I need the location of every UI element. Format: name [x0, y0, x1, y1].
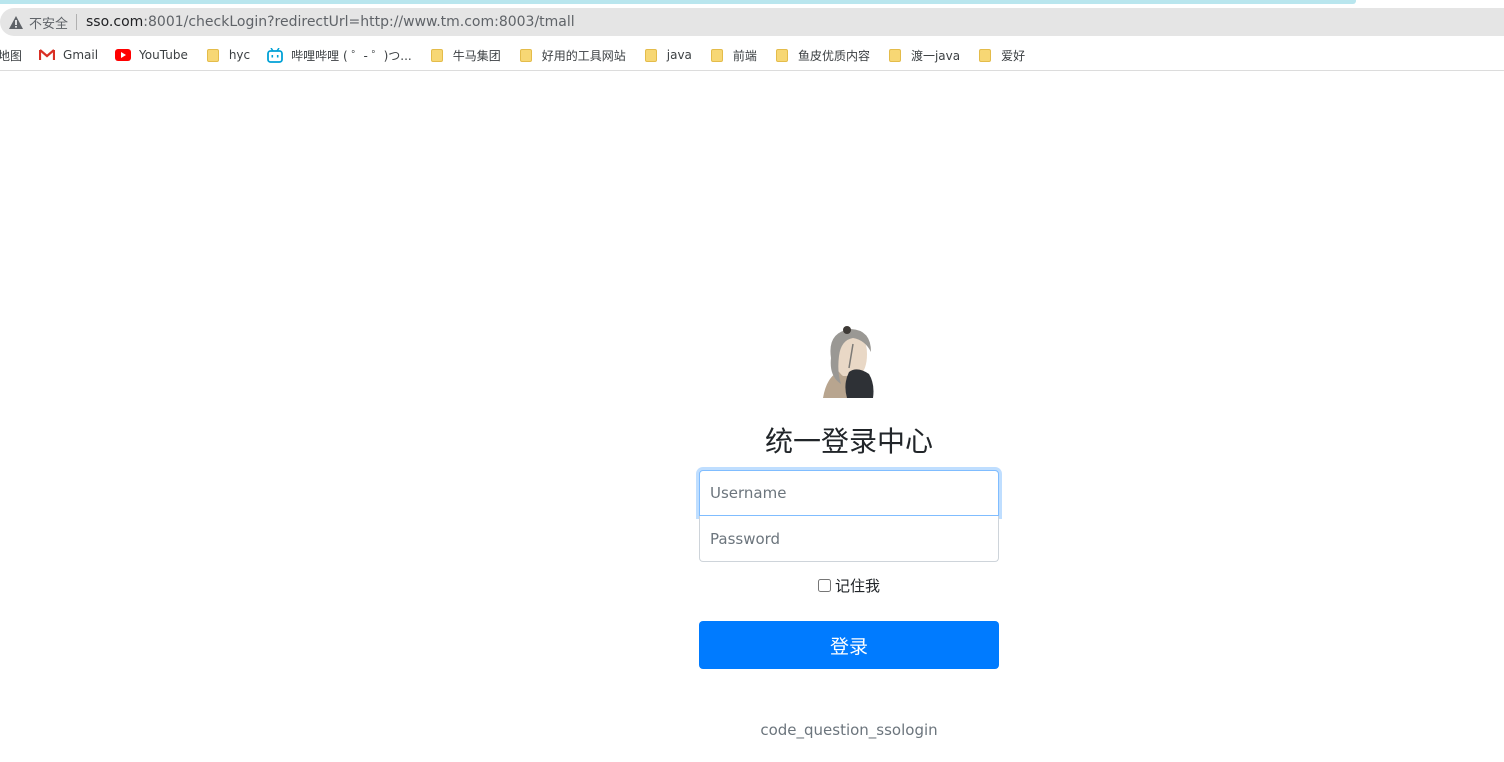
folder-icon [774, 47, 790, 63]
bookmark-yupi[interactable]: 鱼皮优质内容 [774, 44, 870, 66]
bookmark-label: Gmail [63, 48, 99, 62]
youtube-icon [115, 47, 132, 63]
bookmark-frontend[interactable]: 前端 [709, 44, 757, 66]
folder-icon [205, 47, 221, 63]
bookmark-label: YouTube [139, 48, 188, 62]
bookmark-label: 好用的工具网站 [541, 48, 626, 63]
bookmark-label: 哔哩哔哩 ( ゜- ゜)つ... [291, 48, 412, 63]
bookmark-hobby[interactable]: 爱好 [977, 44, 1025, 66]
username-input[interactable] [699, 470, 999, 516]
footer-text: code_question_ssologin [760, 721, 938, 739]
bookmark-hyc[interactable]: hyc [205, 44, 250, 66]
remember-me-checkbox[interactable] [817, 578, 831, 592]
bookmark-label: 牛马集团 [452, 48, 501, 63]
bookmark-label: 前端 [732, 48, 757, 63]
url-host[interactable]: sso.com [86, 14, 143, 30]
gmail-icon [39, 47, 56, 63]
remember-me[interactable]: 记住我 [699, 575, 999, 595]
folder-icon [709, 47, 725, 63]
password-input[interactable] [699, 516, 999, 562]
page-title: 统一登录中心 [764, 425, 933, 458]
bookmark-java[interactable]: java [643, 44, 692, 66]
warning-icon[interactable] [8, 14, 24, 30]
folder-icon [518, 47, 534, 63]
folder-icon [977, 47, 993, 63]
bookmark-label: 爱好 [1001, 48, 1026, 63]
bookmark-tools[interactable]: 好用的工具网站 [518, 44, 626, 66]
folder-icon [429, 47, 445, 63]
remember-me-label: 记住我 [834, 576, 880, 595]
folder-icon [643, 47, 659, 63]
bookmark-label: 渡一java [910, 48, 961, 63]
bookmark-gmail[interactable]: Gmail [39, 44, 98, 66]
bookmark-label: 地图 [0, 48, 23, 63]
insecure-label[interactable]: 不安全 [29, 13, 68, 32]
address-bar[interactable]: 不安全 sso.com:8001/checkLogin?redirectUrl=… [0, 8, 1504, 36]
bookmark-duyi-java[interactable]: 渡一java [887, 44, 960, 66]
bookmark-label: java [666, 48, 692, 62]
bilibili-icon [267, 47, 284, 63]
bookmark-youtube[interactable]: YouTube [115, 44, 188, 66]
bookmarks-bar: 地图 Gmail YouTube hyc 哔哩哔哩 ( ゜- ゜)つ... 牛马… [0, 40, 1504, 71]
address-divider [76, 14, 78, 30]
bookmark-bilibili[interactable]: 哔哩哔哩 ( ゜- ゜)つ... [267, 44, 412, 66]
bookmark-map[interactable]: 地图 [0, 44, 22, 66]
url-path[interactable]: :8001/checkLogin?redirectUrl=http://www.… [143, 14, 574, 30]
login-button[interactable]: 登录 [699, 621, 999, 669]
bookmark-label: 鱼皮优质内容 [797, 48, 870, 63]
login-form: 统一登录中心 记住我 登录 code_question_ssologin [699, 326, 999, 739]
folder-icon [887, 47, 903, 63]
avatar-image [813, 326, 885, 398]
tab-strip-accent [0, 0, 1356, 4]
bookmark-label: hyc [228, 48, 251, 62]
bookmark-niuma[interactable]: 牛马集团 [429, 44, 501, 66]
